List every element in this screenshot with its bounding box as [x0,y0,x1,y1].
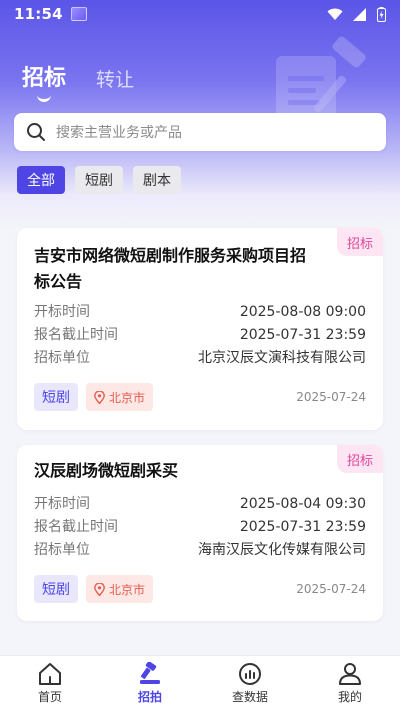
nav-label: 首页 [37,690,62,704]
info-key: 开标时间 [34,304,90,320]
battery-icon [377,6,386,22]
info-value: 北京汉辰文演科技有限公司 [198,350,366,366]
card-badges: 短剧 北京市 [34,383,154,411]
card-badges: 短剧 北京市 [34,575,154,603]
card-title-line: 汉辰剧场微短剧采买 [34,461,179,480]
nav-profile[interactable]: 我的 [300,656,400,711]
info-key: 报名截止时间 [34,519,118,535]
search-icon [27,123,45,141]
card-title: 吉安市网络微短剧制作服务采购项目招 标公告 [34,243,306,295]
info-key: 招标单位 [34,350,90,366]
info-value: 2025-07-31 23:59 [239,519,366,535]
location-text: 北京市 [109,582,146,597]
tab-bidding[interactable]: 招标 [22,60,66,92]
top-tabs: 招标 转让 [22,60,134,92]
location-pin-icon [94,582,105,596]
info-value: 2025-07-31 23:59 [239,327,366,343]
location-text: 北京市 [109,390,146,405]
info-key: 招标单位 [34,542,90,558]
card-title-line: 吉安市网络微短剧制作服务采购项目招 [34,246,307,265]
filter-short-drama[interactable]: 短剧 [75,166,123,194]
info-row: 报名截止时间 2025-07-31 23:59 [34,517,366,537]
nav-home[interactable]: 首页 [0,656,100,711]
type-badge: 短剧 [34,575,78,603]
nav-label: 查数据 [231,690,268,704]
card-tag: 招标 [337,228,383,256]
gavel-icon [140,662,160,684]
info-row: 招标单位 北京汉辰文演科技有限公司 [34,348,366,368]
status-bar: 11:54 [0,0,400,28]
nav-label: 我的 [337,690,362,704]
tab-transfer[interactable]: 转让 [96,65,134,92]
nav-label: 招拍 [137,690,162,704]
wifi-icon [327,8,343,20]
bottom-navigation: 首页 招拍 查数据 我的 [0,655,400,711]
filter-script[interactable]: 剧本 [133,166,181,194]
filter-chips: 全部 短剧 剧本 [17,166,181,194]
location-badge: 北京市 [86,575,154,603]
info-row: 招标单位 海南汉辰文化传媒有限公司 [34,540,366,560]
info-row: 报名截止时间 2025-07-31 23:59 [34,325,366,345]
signal-icon [353,7,366,21]
user-icon [339,663,361,685]
bid-card[interactable]: 招标 汉辰剧场微短剧采买 开标时间 2025-08-04 09:30 报名截止时… [17,445,383,621]
home-icon [39,663,61,685]
card-title: 汉辰剧场微短剧采买 [34,458,178,484]
info-key: 开标时间 [34,496,90,512]
info-value: 2025-08-08 09:00 [239,304,366,320]
card-date: 2025-07-24 [296,390,366,404]
location-pin-icon [94,390,105,404]
bid-card[interactable]: 招标 吉安市网络微短剧制作服务采购项目招 标公告 开标时间 2025-08-08… [17,228,383,430]
search-input[interactable]: 搜索主营业务或产品 [56,122,182,142]
location-badge: 北京市 [86,383,154,411]
nav-data[interactable]: 查数据 [200,656,300,711]
filter-all[interactable]: 全部 [17,166,65,194]
card-date: 2025-07-24 [296,582,366,596]
nav-bidding[interactable]: 招拍 [100,656,200,711]
info-row: 开标时间 2025-08-04 09:30 [34,494,366,514]
card-tag: 招标 [337,445,383,473]
type-badge: 短剧 [34,383,78,411]
app-notification-icon [70,7,87,21]
info-value: 海南汉辰文化传媒有限公司 [198,542,366,558]
card-title-line: 标公告 [34,272,83,291]
data-icon [239,663,261,685]
search-bar[interactable]: 搜索主营业务或产品 [14,113,386,151]
status-time: 11:54 [14,5,63,23]
info-row: 开标时间 2025-08-08 09:00 [34,302,366,322]
info-key: 报名截止时间 [34,327,118,343]
info-value: 2025-08-04 09:30 [239,496,366,512]
